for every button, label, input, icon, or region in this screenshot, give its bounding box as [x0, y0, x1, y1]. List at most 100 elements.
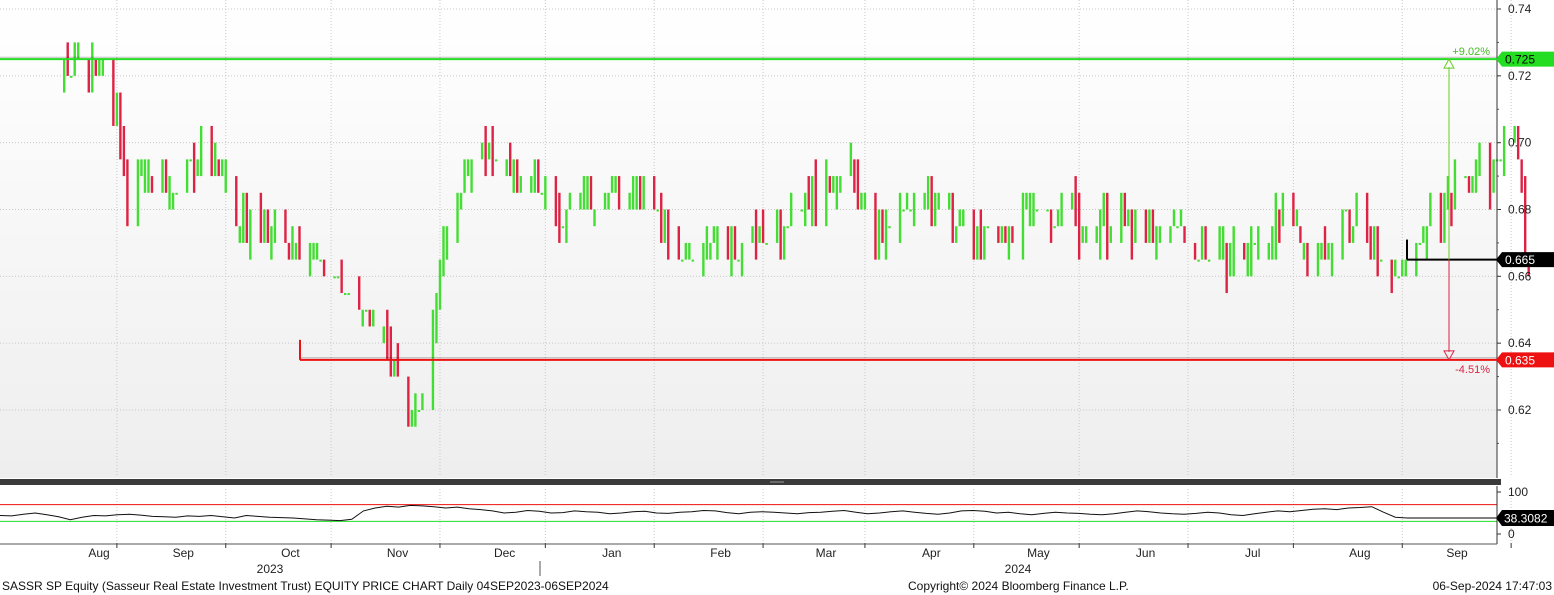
- price-bar: [1267, 242, 1271, 260]
- price-bar: [509, 142, 512, 177]
- price-bar: [983, 226, 986, 260]
- price-bar: [1474, 159, 1478, 193]
- price-bar: [1355, 192, 1358, 227]
- price-bar: [505, 159, 508, 177]
- price-bar: [684, 242, 688, 260]
- price-bar: [1499, 159, 1502, 162]
- price-bar: [1299, 226, 1302, 243]
- price-bar: [1450, 192, 1453, 227]
- price-bar: [530, 176, 533, 193]
- price-bar: [758, 226, 761, 243]
- price-bar: [1422, 226, 1425, 243]
- price-bar: [730, 226, 733, 277]
- price-bar: [1327, 242, 1330, 260]
- price-bar: [610, 176, 614, 193]
- price-bar: [593, 209, 596, 227]
- price-bar: [881, 209, 884, 243]
- price-bar: [656, 209, 659, 212]
- support-tag-label: 0.635: [1505, 353, 1535, 367]
- price-bar: [1390, 259, 1393, 294]
- price-bar: [189, 159, 192, 162]
- price-bar: [1158, 226, 1162, 243]
- price-bar: [263, 209, 266, 243]
- price-bar: [972, 209, 975, 260]
- price-bar: [702, 242, 705, 277]
- price-bar: [751, 226, 754, 243]
- price-bar: [533, 159, 536, 193]
- price-bar: [828, 176, 832, 193]
- price-bar: [955, 226, 958, 243]
- x-tick-label: Jan: [602, 546, 621, 560]
- price-bar: [365, 309, 368, 312]
- price-bar: [319, 259, 322, 262]
- price-bar: [635, 176, 638, 210]
- price-bar: [1225, 242, 1228, 294]
- chart-description: SASSR SP Equity (Sasseur Real Estate Inv…: [2, 579, 609, 593]
- price-bar: [726, 226, 730, 260]
- price-bar: [143, 159, 147, 193]
- price-bar: [688, 242, 691, 260]
- price-bar: [976, 226, 979, 260]
- panel-divider: [0, 479, 1501, 485]
- price-bar: [1176, 226, 1179, 229]
- price-bar: [1292, 192, 1295, 227]
- price-bar: [1053, 226, 1056, 229]
- gain-label: +9.02%: [1452, 46, 1490, 58]
- y-tick-label: 0.74: [1508, 2, 1532, 16]
- price-bar: [582, 176, 586, 210]
- price-bar: [1418, 242, 1422, 245]
- price-bar: [1204, 226, 1207, 260]
- price-bar: [951, 192, 954, 243]
- price-bar: [210, 125, 213, 177]
- y-tick-label: 0.70: [1508, 136, 1532, 150]
- price-bar: [705, 226, 709, 260]
- price-bar: [832, 176, 835, 193]
- price-bar: [466, 159, 470, 177]
- price-bar: [445, 226, 449, 260]
- price-bar: [1453, 159, 1457, 210]
- price-bar: [245, 192, 249, 243]
- price-bar: [586, 176, 589, 210]
- price-bar: [561, 226, 565, 229]
- price-bar: [196, 159, 199, 177]
- price-bar: [537, 159, 540, 193]
- price-bar: [115, 92, 119, 126]
- price-bar: [358, 276, 361, 310]
- price-bar: [884, 209, 888, 260]
- price-bar: [70, 75, 73, 78]
- price-bar: [691, 259, 695, 262]
- x-tick-label: May: [1027, 546, 1050, 560]
- price-bar: [1060, 192, 1063, 227]
- price-bar: [407, 376, 410, 427]
- price-bar: [161, 159, 164, 193]
- price-bar: [603, 192, 607, 210]
- price-bar: [1365, 192, 1369, 243]
- price-bar: [1246, 242, 1249, 277]
- price-bar: [1049, 209, 1053, 243]
- price-bar: [266, 209, 270, 243]
- price-bar: [825, 159, 828, 227]
- price-bar: [1379, 259, 1383, 262]
- price-bar: [1106, 192, 1109, 260]
- price-bar: [962, 209, 965, 227]
- price-bar: [119, 92, 122, 160]
- price-bar: [663, 209, 666, 243]
- price-bar: [1172, 209, 1176, 227]
- price-bar: [1120, 192, 1123, 243]
- x-tick-label: Aug: [88, 546, 109, 560]
- price-bar: [926, 176, 930, 210]
- price-bar: [217, 159, 220, 177]
- price-bar: [1148, 209, 1151, 243]
- price-bar: [554, 176, 558, 227]
- price-bar: [579, 192, 582, 210]
- x-tick-label: Nov: [387, 546, 408, 560]
- price-bar: [1429, 192, 1432, 227]
- price-bar: [1471, 176, 1474, 193]
- price-bar: [1404, 259, 1407, 277]
- price-bar: [87, 59, 90, 93]
- price-bar: [1502, 125, 1506, 177]
- price-bar: [1344, 209, 1348, 212]
- price-bar: [1197, 259, 1200, 262]
- price-bar: [1341, 209, 1344, 260]
- price-bar: [568, 192, 572, 210]
